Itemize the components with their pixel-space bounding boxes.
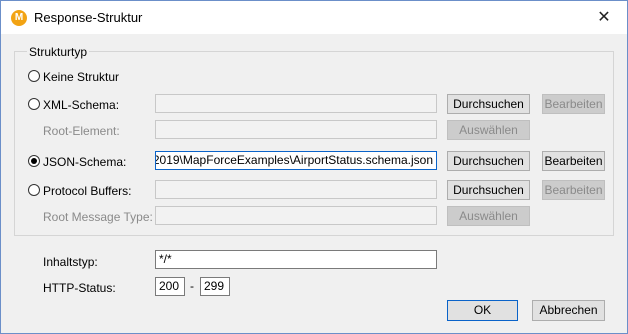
xml-schema-label[interactable]: XML-Schema:	[43, 98, 119, 112]
dialog-title: Response-Struktur	[34, 10, 143, 25]
xml-root-select-button[interactable]: Auswählen	[447, 120, 530, 140]
no-structure-label[interactable]: Keine Struktur	[43, 70, 119, 84]
protocol-buffers-radio[interactable]	[28, 184, 40, 196]
protocol-buffers-label[interactable]: Protocol Buffers:	[43, 184, 132, 198]
response-structure-dialog: M Response-Struktur ✕ Strukturtyp Keine …	[0, 0, 628, 334]
xml-edit-button[interactable]: Bearbeiten	[542, 94, 605, 114]
structure-type-group-title: Strukturtyp	[27, 45, 90, 59]
cancel-button[interactable]: Abbrechen	[532, 300, 605, 321]
json-schema-path-field[interactable]: orce2019\MapForceExamples\AirportStatus.…	[155, 151, 437, 170]
xml-root-element-value	[156, 121, 436, 125]
xml-schema-radio[interactable]	[28, 98, 40, 110]
xml-root-element-field[interactable]	[155, 120, 437, 139]
http-status-from-field[interactable]: 200	[155, 277, 185, 296]
mapforce-app-icon: M	[11, 10, 27, 26]
content-type-value: */*	[159, 252, 172, 266]
http-status-to-value: 299	[204, 279, 225, 293]
http-status-from-value: 200	[159, 279, 180, 293]
xml-schema-path-field[interactable]	[155, 94, 437, 113]
xml-schema-path-value	[156, 95, 436, 99]
protobuf-browse-button[interactable]: Durchsuchen	[447, 180, 530, 200]
close-button[interactable]: ✕	[581, 1, 627, 34]
xml-root-element-label: Root-Element:	[43, 124, 120, 138]
json-schema-path-value: orce2019\MapForceExamples\AirportStatus.…	[155, 153, 433, 167]
no-structure-radio[interactable]	[28, 70, 40, 82]
root-message-type-value	[156, 207, 436, 211]
protocol-buffers-path-value	[156, 181, 436, 185]
content-type-field[interactable]: */*	[155, 250, 437, 269]
title-bar: M Response-Struktur ✕	[1, 1, 627, 34]
root-message-type-select-button[interactable]: Auswählen	[447, 206, 530, 226]
json-schema-label[interactable]: JSON-Schema:	[43, 155, 126, 169]
root-message-type-field[interactable]	[155, 206, 437, 225]
content-type-label: Inhaltstyp:	[43, 255, 98, 269]
protobuf-edit-button[interactable]: Bearbeiten	[542, 180, 605, 200]
http-status-to-field[interactable]: 299	[200, 277, 230, 296]
close-icon: ✕	[597, 9, 611, 26]
http-status-label: HTTP-Status:	[43, 281, 116, 295]
root-message-type-label: Root Message Type:	[43, 210, 153, 224]
json-edit-button[interactable]: Bearbeiten	[542, 151, 605, 171]
ok-button[interactable]: OK	[447, 300, 518, 321]
xml-browse-button[interactable]: Durchsuchen	[447, 94, 530, 114]
json-browse-button[interactable]: Durchsuchen	[447, 151, 530, 171]
json-schema-radio[interactable]	[28, 155, 40, 167]
http-status-range-separator: -	[190, 279, 194, 293]
protocol-buffers-path-field[interactable]	[155, 180, 437, 199]
